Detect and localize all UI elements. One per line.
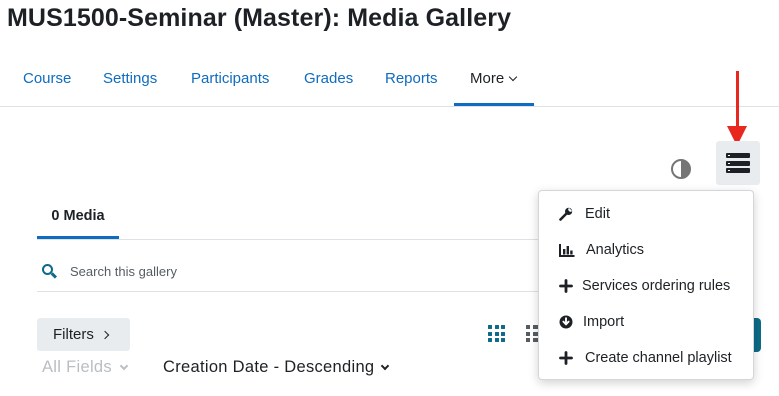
course-navigation: Course Settings Participants Grades Repo… <box>0 50 779 107</box>
menu-item-analytics[interactable]: Analytics <box>539 232 753 268</box>
chevron-down-icon <box>119 361 129 370</box>
tab-media[interactable]: 0 Media <box>37 196 119 239</box>
menu-item-label: Import <box>583 314 625 330</box>
filters-label: Filters <box>53 326 94 343</box>
menu-item-create-channel-playlist[interactable]: Create channel playlist <box>539 340 753 376</box>
wrench-icon <box>559 207 573 221</box>
download-circle-icon <box>559 315 573 329</box>
nav-grades[interactable]: Grades <box>304 50 353 107</box>
nav-course[interactable]: Course <box>23 50 71 107</box>
sort-order-value: Creation Date - Descending <box>163 358 375 376</box>
chevron-down-icon <box>508 72 518 81</box>
field-filter-value: All Fields <box>42 358 112 376</box>
grid-view-icon[interactable] <box>488 325 505 342</box>
nav-reports[interactable]: Reports <box>385 50 438 107</box>
contrast-toggle-icon[interactable] <box>671 159 691 179</box>
menu-item-services-ordering-rules[interactable]: Services ordering rules <box>539 268 753 304</box>
search-input[interactable] <box>70 260 530 282</box>
menu-item-import[interactable]: Import <box>539 304 753 340</box>
chevron-down-icon <box>381 361 390 370</box>
filters-button[interactable]: Filters <box>37 318 130 351</box>
menu-item-label: Create channel playlist <box>585 350 732 366</box>
bar-chart-icon <box>559 243 575 257</box>
nav-more-label: More <box>470 70 505 87</box>
list-view-icon[interactable] <box>526 325 538 342</box>
field-filter-select[interactable]: All Fields <box>42 358 129 377</box>
sort-order-select[interactable]: Creation Date - Descending <box>163 358 390 377</box>
menu-item-label: Analytics <box>586 242 645 258</box>
nav-settings[interactable]: Settings <box>103 50 157 107</box>
chevron-right-icon <box>100 330 110 339</box>
plus-icon <box>559 351 573 365</box>
page-title: MUS1500-Seminar (Master): Media Gallery <box>7 4 512 32</box>
server-stack-icon <box>726 153 750 173</box>
menu-item-edit[interactable]: Edit <box>539 196 753 232</box>
menu-item-label: Services ordering rules <box>582 278 731 294</box>
nav-more-dropdown[interactable]: More <box>470 50 518 107</box>
search-icon[interactable] <box>42 264 58 279</box>
annotation-arrow-shaft <box>736 71 739 129</box>
gallery-actions-button[interactable] <box>716 141 760 185</box>
nav-participants[interactable]: Participants <box>191 50 269 107</box>
menu-item-label: Edit <box>585 206 610 222</box>
nav-active-indicator <box>454 103 534 106</box>
gallery-actions-menu: Edit Analytics Services ordering rules I… <box>538 190 754 380</box>
plus-icon <box>559 279 573 293</box>
